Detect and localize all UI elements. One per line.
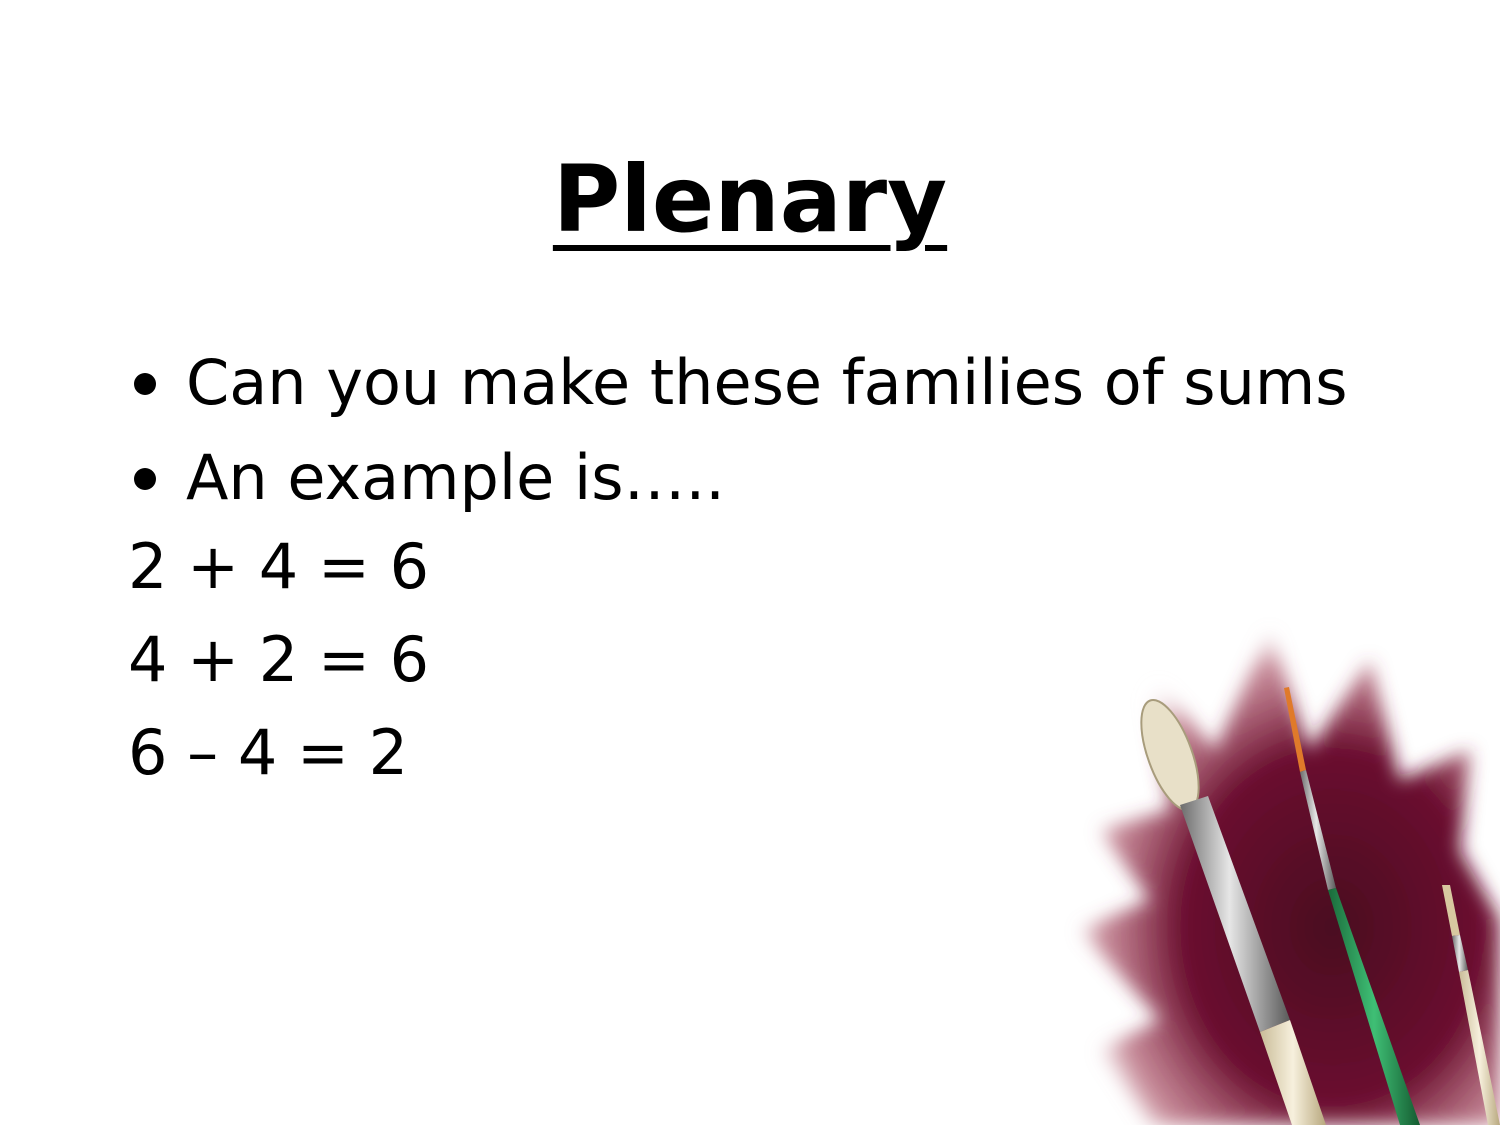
bullet-text: Can you make these families of sums <box>186 346 1348 419</box>
sum-line: 4 + 2 = 6 <box>128 623 430 696</box>
paintbrushes-icon <box>1080 630 1500 1125</box>
bullet-list: Can you make these families of sums An e… <box>130 335 1380 525</box>
bullet-text: An example is….. <box>186 441 725 514</box>
bullet-item: An example is….. <box>130 430 1380 525</box>
slide-title: Plenary <box>0 140 1500 260</box>
sum-line: 2 + 4 = 6 <box>128 530 430 603</box>
sum-family: 2 + 4 = 6 4 + 2 = 6 6 – 4 = 2 <box>128 520 429 799</box>
bullet-dot-icon <box>134 468 156 490</box>
slide-title-text: Plenary <box>552 146 948 253</box>
bullet-dot-icon <box>134 373 156 395</box>
sum-line: 6 – 4 = 2 <box>128 716 409 789</box>
bullet-item: Can you make these families of sums <box>130 335 1380 430</box>
slide: Plenary Can you make these families of s… <box>0 0 1500 1125</box>
